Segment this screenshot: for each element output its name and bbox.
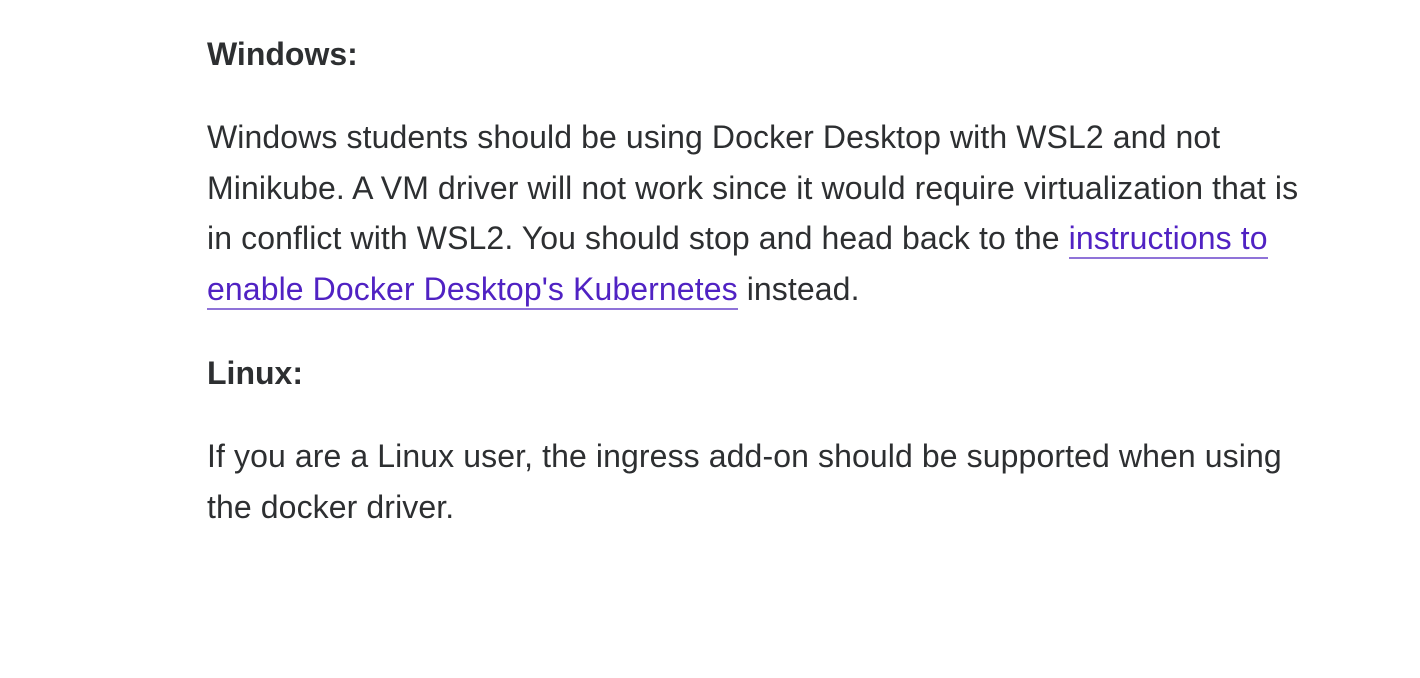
windows-section: Windows: Windows students should be usin… <box>207 34 1317 314</box>
windows-heading: Windows: <box>207 36 358 72</box>
linux-paragraph: If you are a Linux user, the ingress add… <box>207 438 1282 525</box>
linux-heading: Linux: <box>207 355 303 391</box>
windows-paragraph: Windows students should be using Docker … <box>207 112 1317 314</box>
article-content: Windows: Windows students should be usin… <box>207 0 1317 532</box>
windows-text-after-link: instead. <box>737 270 860 307</box>
linux-section: Linux: If you are a Linux user, the ingr… <box>207 353 1317 532</box>
